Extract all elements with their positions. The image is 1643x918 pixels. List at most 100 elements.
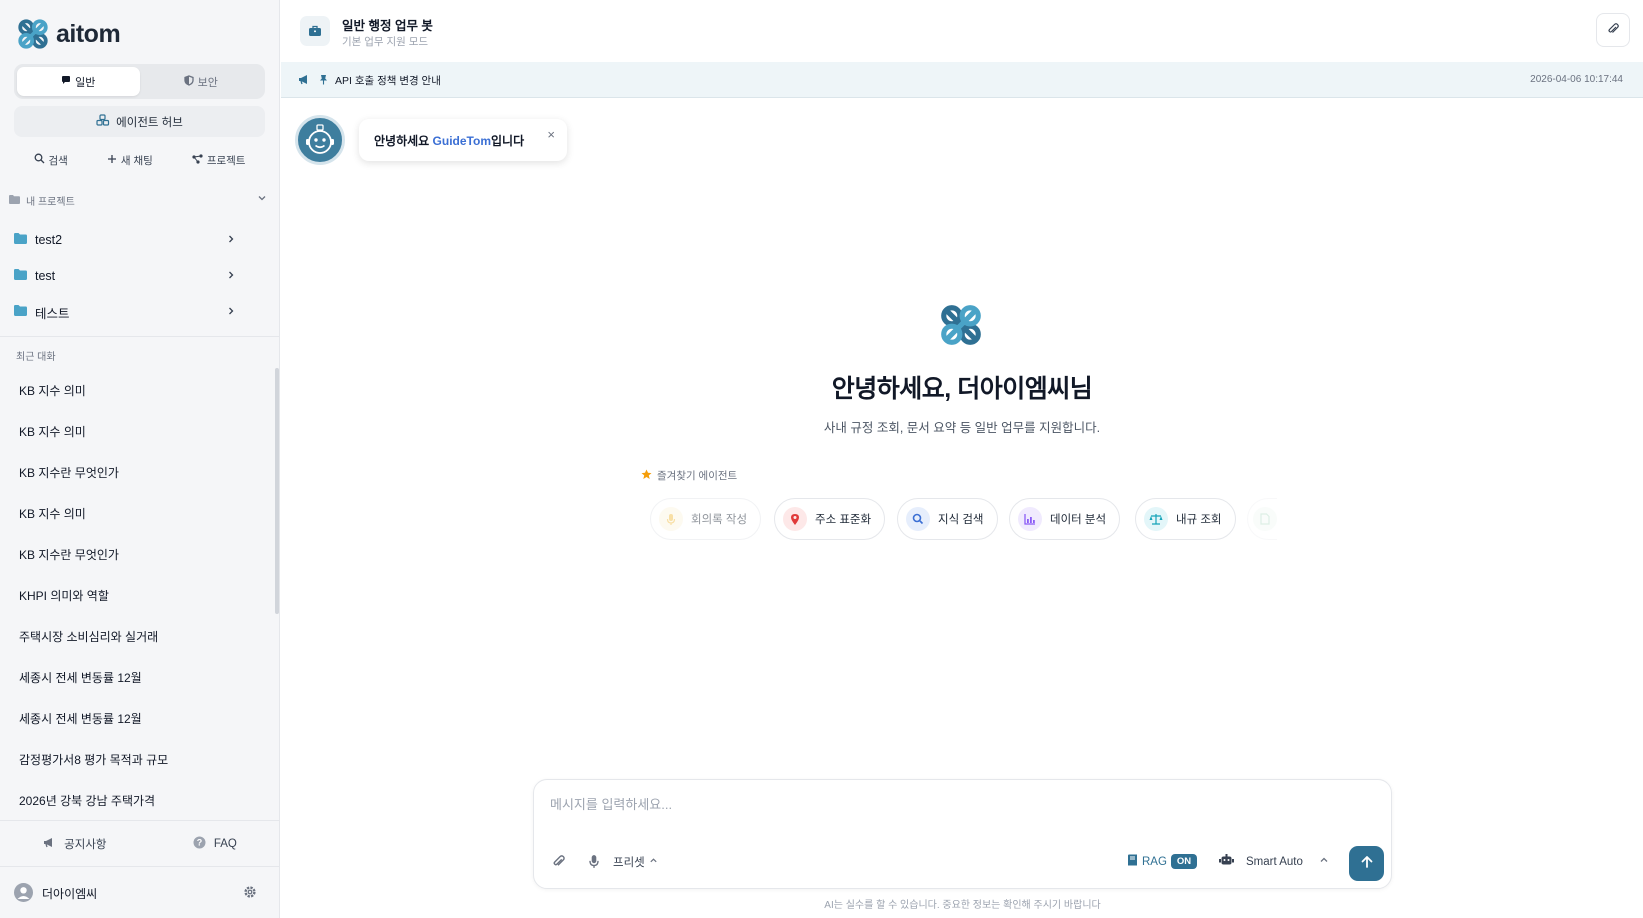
agent-chip-label: 데이터 분석 xyxy=(1050,514,1107,526)
projects-label: 프로젝트 xyxy=(206,154,246,167)
project-name: test xyxy=(35,269,56,283)
sidebar: aitom 일반 보안 에이전트 허브 검색 새 채팅 프로젝트 내 프로젝트 … xyxy=(0,0,280,918)
pin-icon xyxy=(319,73,328,88)
preset-label: 프리셋 xyxy=(613,857,645,869)
megaphone-icon xyxy=(43,837,56,851)
microphone-icon xyxy=(659,507,683,531)
agent-hub-label: 에이전트 허브 xyxy=(116,116,183,129)
notice-link[interactable]: 공지사항 xyxy=(43,836,106,852)
agent-chip-label: 내규 조회 xyxy=(1176,514,1222,526)
notice-text: API 호출 정책 변경 안내 xyxy=(335,75,441,87)
sidebar-footer-links: 공지사항 ? FAQ xyxy=(0,820,280,866)
voice-input-button[interactable] xyxy=(588,854,600,872)
folder-icon xyxy=(14,269,27,283)
agent-chip-label: 지식 검색 xyxy=(938,514,984,526)
search-icon xyxy=(34,153,45,167)
arrow-up-icon xyxy=(1360,855,1374,872)
question-circle-icon: ? xyxy=(193,836,206,852)
search-button[interactable]: 검색 xyxy=(34,150,68,170)
agent-chip-meeting-minutes[interactable]: 회의록 작성 xyxy=(650,498,762,540)
brand-logo[interactable]: aitom xyxy=(16,16,121,52)
mode-tab-general[interactable]: 일반 xyxy=(17,67,140,96)
favorite-agents-title: 즐겨찾기 에이전트 xyxy=(657,470,738,482)
new-chat-button[interactable]: 새 채팅 xyxy=(107,150,153,170)
rag-state-badge: ON xyxy=(1170,854,1198,869)
attachments-button[interactable] xyxy=(1596,13,1630,47)
recent-chat-item[interactable]: 세종시 전세 변동률 12월 xyxy=(0,657,272,698)
attach-button[interactable] xyxy=(551,854,566,872)
folder-icon xyxy=(9,194,20,207)
bot-subtitle: 기본 업무 지원 모드 xyxy=(342,36,429,48)
recent-chat-item[interactable]: KB 지수란 무엇인가 xyxy=(0,452,272,493)
recent-chat-item[interactable]: 감정평가서8 평가 목적과 규모 xyxy=(0,739,272,780)
mode-tab-secure[interactable]: 보안 xyxy=(140,67,263,96)
ai-disclaimer: AI는 실수를 할 수 있습니다. 중요한 정보는 확인해 주시기 바랍니다 xyxy=(824,900,1101,911)
agent-chip-data-analysis[interactable]: 데이터 분석 xyxy=(1009,498,1121,540)
agent-chip-label: 주소 표준화 xyxy=(815,514,872,526)
agent-chip-regulations[interactable]: 내규 조회 xyxy=(1135,498,1236,540)
share-nodes-icon xyxy=(192,153,203,167)
search-icon xyxy=(906,507,930,531)
projects-button[interactable]: 프로젝트 xyxy=(192,150,246,170)
recent-chat-item[interactable]: KB 지수란 무엇인가 xyxy=(0,534,272,575)
recent-chat-item[interactable]: 주택시장 소비심리와 실거래 xyxy=(0,616,272,657)
briefcase-icon xyxy=(300,16,330,46)
send-button[interactable] xyxy=(1349,846,1384,881)
chevron-up-icon xyxy=(1319,855,1329,868)
recent-chat-item[interactable]: 2026년 강북 강남 주택가격 xyxy=(0,780,272,818)
search-label: 검색 xyxy=(48,154,68,167)
quick-actions: 검색 새 채팅 프로젝트 xyxy=(14,150,265,170)
sidebar-scrollbar[interactable] xyxy=(275,368,279,614)
favorite-agents-row: 회의록 작성 주소 표준화 지식 검색 데이터 분석 내규 조회 xyxy=(650,498,1277,542)
document-icon xyxy=(1253,507,1277,531)
close-icon[interactable]: × xyxy=(547,127,555,142)
recent-chat-item[interactable]: KB 지수 의미 xyxy=(0,370,272,411)
gear-icon[interactable] xyxy=(243,885,257,902)
chevron-up-icon xyxy=(649,856,658,868)
preset-dropdown[interactable]: 프리셋 xyxy=(613,854,658,870)
cubes-icon xyxy=(96,114,110,129)
agent-chip-label: 회의록 작성 xyxy=(691,514,748,526)
project-item[interactable]: 테스트 xyxy=(14,300,236,324)
recent-chat-item[interactable]: KHPI 의미와 역할 xyxy=(0,575,272,616)
agent-chip-overflow[interactable] xyxy=(1247,498,1277,540)
aitom-logo-icon xyxy=(18,19,48,49)
project-item[interactable]: test xyxy=(14,264,236,288)
chevron-down-icon[interactable] xyxy=(257,193,267,206)
agent-chip-knowledge-search[interactable]: 지식 검색 xyxy=(897,498,998,540)
agent-chip-address[interactable]: 주소 표준화 xyxy=(774,498,886,540)
recent-chat-item[interactable]: KB 지수 의미 xyxy=(0,493,272,534)
recent-chats-label: 최근 대화 xyxy=(16,352,56,363)
map-pin-icon xyxy=(783,507,807,531)
plus-icon xyxy=(107,154,117,167)
aitom-logo-icon xyxy=(938,302,984,348)
guide-bot-avatar[interactable] xyxy=(295,115,345,165)
project-item[interactable]: test2 xyxy=(14,228,236,252)
recent-chat-item[interactable]: 세종시 전세 변동률 12월 xyxy=(0,698,272,739)
faq-link[interactable]: ? FAQ xyxy=(193,836,237,852)
recent-chat-item[interactable]: KB 지수 의미 xyxy=(0,411,272,452)
rag-label: RAG xyxy=(1142,855,1167,868)
notice-banner[interactable]: API 호출 정책 변경 안내 2026-04-06 10:17:44 xyxy=(281,62,1643,98)
my-projects-header[interactable]: 내 프로젝트 xyxy=(9,193,271,208)
star-icon xyxy=(641,469,652,483)
guide-greeting: 안녕하세요 GuideTom입니다 xyxy=(374,134,525,148)
mode-tab-label: 일반 xyxy=(75,76,96,89)
mode-toggle: 일반 보안 xyxy=(14,64,265,99)
welcome-subtitle: 사내 규정 조회, 문서 요약 등 일반 업무를 지원합니다. xyxy=(823,421,1101,435)
notice-link-label: 공지사항 xyxy=(64,838,107,851)
agent-hub-button[interactable]: 에이전트 허브 xyxy=(14,106,265,137)
bar-chart-icon xyxy=(1018,507,1042,531)
scales-icon xyxy=(1144,507,1168,531)
folder-icon xyxy=(14,233,27,247)
message-input[interactable] xyxy=(550,797,1370,812)
model-selector[interactable]: Smart Auto xyxy=(1219,854,1329,869)
welcome-title: 안녕하세요, 더아이엠씨님 xyxy=(831,375,1093,403)
brand-name: aitom xyxy=(56,19,121,48)
user-bar: 더아이엠씨 xyxy=(0,866,280,918)
chevron-right-icon xyxy=(226,233,236,247)
robot-face-icon xyxy=(306,124,334,154)
avatar[interactable] xyxy=(14,883,33,902)
project-name: test2 xyxy=(35,233,63,247)
rag-toggle[interactable]: RAG ON xyxy=(1127,854,1198,869)
